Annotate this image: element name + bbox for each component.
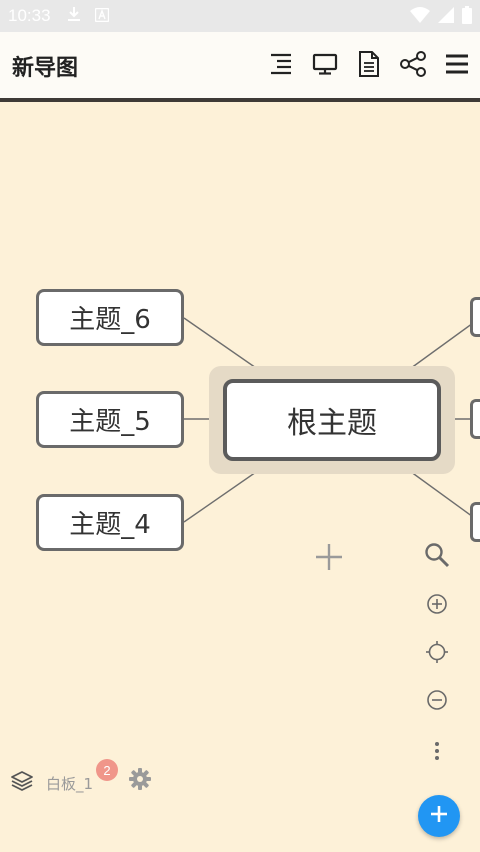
document-button[interactable]	[354, 51, 384, 81]
outline-button[interactable]	[266, 51, 296, 81]
locate-icon	[425, 640, 449, 668]
font-icon	[94, 7, 109, 26]
topic-node[interactable]: 主题_4	[36, 494, 184, 551]
status-notifications	[67, 6, 109, 26]
root-topic-node[interactable]: 根主题	[223, 379, 441, 461]
page-title: 新导图	[12, 56, 79, 81]
search-button[interactable]	[420, 540, 454, 574]
download-icon	[67, 6, 81, 26]
menu-icon	[445, 53, 469, 79]
gear-icon	[128, 768, 152, 795]
connectors	[183, 317, 480, 523]
offscreen-topic-node[interactable]	[470, 502, 480, 542]
status-system-icons	[410, 6, 472, 28]
plus-icon	[314, 544, 344, 576]
add-node-button[interactable]	[314, 542, 344, 572]
board-switcher[interactable]: 白板_1 2	[10, 759, 151, 796]
zoom-in-icon	[426, 593, 448, 619]
zoom-out-button[interactable]	[420, 685, 454, 719]
share-button[interactable]	[398, 51, 428, 81]
zoom-out-icon	[426, 689, 448, 715]
wifi-icon	[410, 6, 430, 28]
locate-button[interactable]	[420, 637, 454, 671]
present-button[interactable]	[310, 51, 340, 81]
zoom-in-button[interactable]	[420, 589, 454, 623]
offscreen-topic-node[interactable]	[470, 399, 480, 439]
search-icon	[424, 542, 450, 572]
layers-icon	[10, 770, 34, 796]
outline-icon	[269, 53, 293, 79]
status-bar: 10:33	[0, 0, 480, 32]
count-badge: 2	[96, 759, 118, 781]
topic-node[interactable]: 主题_6	[36, 289, 184, 346]
more-icon	[434, 741, 440, 765]
settings-button[interactable]	[128, 767, 152, 795]
menu-button[interactable]	[442, 51, 472, 81]
board-name[interactable]: 白板_1	[46, 773, 93, 794]
present-icon	[312, 53, 338, 79]
add-fab-button[interactable]	[418, 795, 460, 837]
toolbar: 新导图	[0, 32, 480, 100]
more-button[interactable]	[420, 736, 454, 770]
toolbar-actions	[266, 32, 472, 100]
add-icon	[429, 804, 449, 828]
offscreen-topic-node[interactable]	[470, 297, 480, 337]
battery-icon	[462, 6, 472, 28]
signal-icon	[438, 6, 454, 28]
document-icon	[358, 50, 380, 82]
share-icon	[399, 51, 427, 81]
status-time: 10:33	[8, 6, 51, 25]
topic-node[interactable]: 主题_5	[36, 391, 184, 448]
mindmap-canvas[interactable]: 主题_6 主题_5 主题_4 根主题 白板_1 2	[0, 102, 480, 852]
